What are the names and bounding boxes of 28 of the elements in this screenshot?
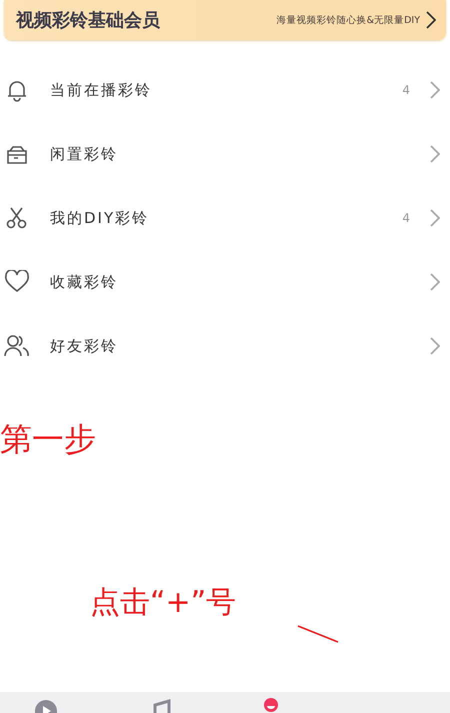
- menu-label: 闲置彩铃: [50, 144, 119, 164]
- menu-item[interactable]: 闲置彩铃: [0, 122, 450, 186]
- chevron-right-icon: [430, 145, 440, 163]
- chevron-right-icon: [430, 273, 440, 291]
- count-text: 4: [402, 83, 410, 97]
- menu-item[interactable]: 我的DIY彩铃 4: [0, 186, 450, 250]
- heart-icon: [4, 270, 30, 294]
- menu-label: 好友彩铃: [50, 336, 119, 356]
- menu-item[interactable]: 收藏彩铃: [0, 250, 450, 314]
- count-text: 4: [402, 211, 410, 225]
- menu-item[interactable]: 当前在播彩铃 4: [0, 58, 450, 122]
- promo-text: 海量视频彩铃随心换&无限量DIY: [276, 14, 420, 26]
- banner-title: 视频彩铃基础会员: [16, 9, 161, 32]
- menu-label: 我的DIY彩铃: [50, 208, 150, 228]
- chevron-right-icon: [430, 209, 440, 227]
- chevron-right-icon: [426, 11, 436, 29]
- member-banner[interactable]: 视频彩铃基础会员 海量视频彩铃随心换&无限量DIY: [4, 0, 446, 40]
- menu-label: 当前在播彩铃: [50, 80, 153, 100]
- menu-label: 收藏彩铃: [50, 272, 119, 292]
- chevron-right-icon: [430, 81, 440, 99]
- scissors-icon: [5, 206, 29, 230]
- bell-icon: [5, 78, 29, 102]
- friends-icon: [4, 334, 30, 358]
- menu-item[interactable]: 好友彩铃: [0, 314, 450, 378]
- chevron-right-icon: [430, 337, 440, 355]
- leader-line: [296, 624, 340, 644]
- hint-annotation: 点击“+”号: [90, 584, 236, 622]
- step-annotation: 第一步: [0, 419, 96, 460]
